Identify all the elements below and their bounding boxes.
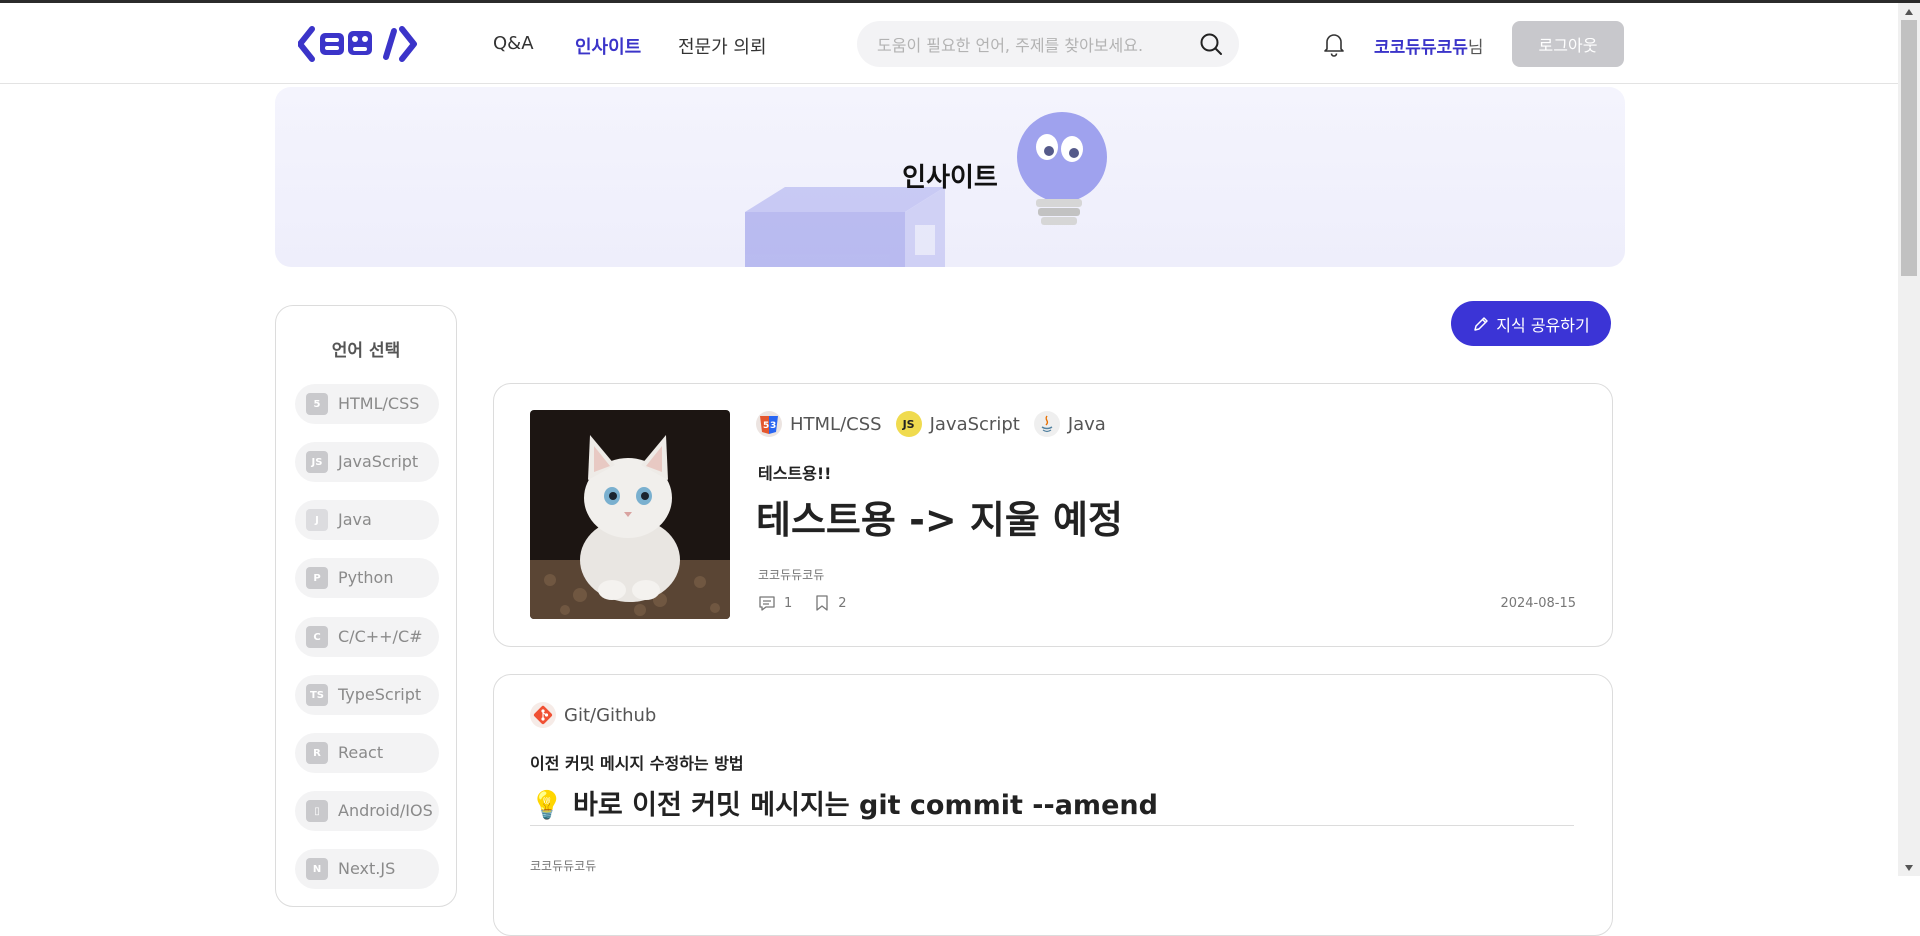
nextjs-icon: N xyxy=(306,858,328,880)
nav-expert-request[interactable]: 전문가 의뢰 xyxy=(678,33,767,59)
sidebar-title: 언어 선택 xyxy=(331,341,401,361)
pencil-icon xyxy=(1474,316,1489,331)
user-name[interactable]: 코코듀듀코듀님 xyxy=(1374,33,1483,58)
svg-text:3: 3 xyxy=(770,421,776,431)
lang-label: TypeScript xyxy=(338,685,422,704)
post-stats: 1 2 xyxy=(758,594,847,612)
lang-label: Android/IOS xyxy=(338,801,433,820)
post-author: 코코듀듀코듀 xyxy=(758,568,825,582)
java-icon xyxy=(1033,411,1060,437)
comment-count: 1 xyxy=(758,594,792,612)
post-tags: Git/Github xyxy=(530,702,656,728)
top-header: 코뮤 Q&A 인사이트 전문가 의뢰 코코듀듀코듀님 로그아웃 xyxy=(0,3,1898,84)
post-card[interactable]: 53 HTML/CSS JS JavaScript Java 테스트용!! 테스… xyxy=(493,383,1613,647)
tag-label: HTML/CSS xyxy=(790,413,882,435)
banner-title: 인사이트 xyxy=(902,163,998,193)
lang-item-react[interactable]: R React xyxy=(295,733,439,773)
lang-label: Next.JS xyxy=(338,859,396,878)
bookmark-icon[interactable] xyxy=(814,594,830,612)
lang-item-android-ios[interactable]: ▯ Android/IOS xyxy=(295,791,439,831)
komyu-logo[interactable]: 코뮤 xyxy=(298,25,418,63)
search-bar xyxy=(857,21,1239,69)
share-knowledge-button[interactable]: 지식 공유하기 xyxy=(1451,301,1611,346)
post-subtitle: 테스트용!! xyxy=(758,464,832,483)
lang-item-java[interactable]: J Java xyxy=(295,500,439,540)
java-icon: J xyxy=(306,509,328,531)
share-knowledge-label: 지식 공유하기 xyxy=(1496,315,1590,335)
comment-count-value: 1 xyxy=(784,595,793,611)
language-filter-sidebar: 언어 선택 5 HTML/CSS JS JavaScript J Java P … xyxy=(275,305,457,907)
lang-item-nextjs[interactable]: N Next.JS xyxy=(295,849,439,889)
git-icon xyxy=(530,702,556,728)
tag-java[interactable]: Java xyxy=(1033,411,1106,437)
react-icon: R xyxy=(306,742,328,764)
scroll-down-arrow[interactable] xyxy=(1898,859,1920,876)
mobile-icon: ▯ xyxy=(306,800,328,822)
bookmark-count: 2 xyxy=(814,594,847,612)
lang-item-typescript[interactable]: TS TypeScript xyxy=(295,675,439,715)
tag-git-github[interactable]: Git/Github xyxy=(530,702,656,728)
nav-qna[interactable]: Q&A xyxy=(493,33,534,54)
bookmark-count-value: 2 xyxy=(838,595,847,611)
user-name-suffix: 님 xyxy=(1467,38,1484,58)
lang-label: Python xyxy=(338,568,394,587)
user-name-text: 코코듀듀코듀 xyxy=(1374,38,1468,58)
post-card[interactable]: Git/Github 이전 커밋 메시지 수정하는 방법 💡 바로 이전 커밋 … xyxy=(493,674,1613,936)
scroll-up-arrow[interactable] xyxy=(1898,3,1920,20)
html-css-icon: 5 xyxy=(306,393,328,415)
search-input[interactable] xyxy=(875,21,1179,69)
insight-banner: 인사이트 xyxy=(275,87,1625,267)
javascript-icon: JS xyxy=(895,411,922,437)
post-title-text: 바로 이전 커밋 메시지는 git commit --amend xyxy=(573,790,1158,821)
post-thumbnail xyxy=(530,410,730,619)
lang-label: React xyxy=(338,743,384,762)
lang-label: Java xyxy=(338,510,372,529)
c-icon: C xyxy=(306,626,328,648)
lang-item-javascript[interactable]: JS JavaScript xyxy=(295,442,439,482)
lightbulb-icon: 💡 xyxy=(530,790,564,821)
lang-item-python[interactable]: P Python xyxy=(295,558,439,598)
tag-html-css[interactable]: 53 HTML/CSS xyxy=(756,411,882,437)
comment-icon xyxy=(759,596,775,611)
javascript-icon: JS xyxy=(306,451,328,473)
post-divider xyxy=(530,825,1574,826)
lang-item-c[interactable]: C C/C++/C# xyxy=(295,617,439,657)
html-css-icon: 53 xyxy=(756,411,782,437)
post-date: 2024-08-15 xyxy=(1500,596,1576,611)
logout-button[interactable]: 로그아웃 xyxy=(1512,21,1624,67)
typescript-icon: TS xyxy=(306,684,328,706)
svg-text:5: 5 xyxy=(763,421,769,431)
kitten-image xyxy=(530,410,730,619)
scrollbar-thumb[interactable] xyxy=(1901,20,1917,276)
tag-label: JavaScript xyxy=(929,413,1020,435)
post-author: 코코듀듀코듀 xyxy=(530,859,597,873)
lang-label: JavaScript xyxy=(338,452,419,471)
bell-icon[interactable] xyxy=(1322,31,1346,57)
tag-label: Java xyxy=(1067,413,1106,435)
lang-label: C/C++/C# xyxy=(338,627,423,646)
tag-javascript[interactable]: JS JavaScript xyxy=(895,411,1020,437)
search-icon[interactable] xyxy=(1199,32,1223,56)
nav-insight[interactable]: 인사이트 xyxy=(575,33,641,59)
python-icon: P xyxy=(306,567,328,589)
lang-label: HTML/CSS xyxy=(338,394,420,413)
tag-label: Git/Github xyxy=(564,704,657,726)
post-tags: 53 HTML/CSS JS JavaScript Java xyxy=(756,411,1106,437)
post-subtitle: 이전 커밋 메시지 수정하는 방법 xyxy=(530,754,744,773)
lang-item-html-css[interactable]: 5 HTML/CSS xyxy=(295,384,439,424)
post-title[interactable]: 테스트용 -> 지울 예정 xyxy=(756,489,1123,544)
post-title[interactable]: 💡 바로 이전 커밋 메시지는 git commit --amend xyxy=(530,783,1158,822)
vertical-scrollbar[interactable] xyxy=(1898,3,1920,876)
